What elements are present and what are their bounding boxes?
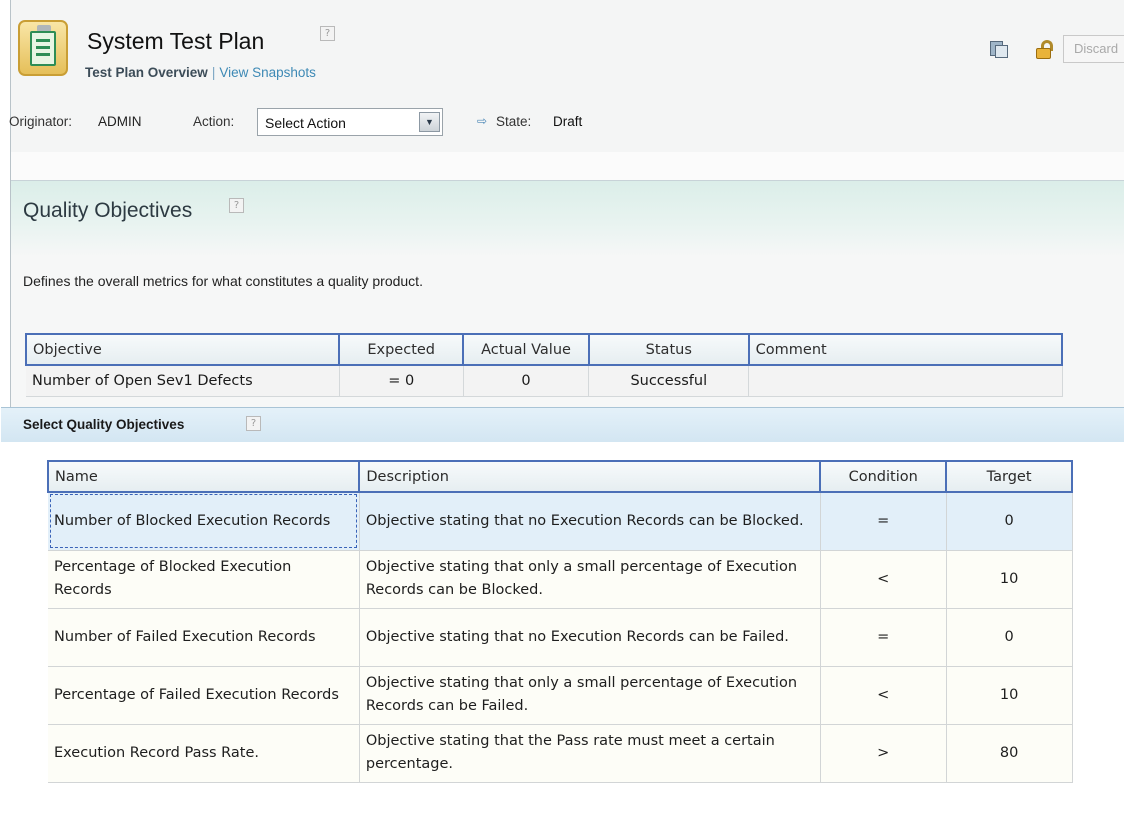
condition-cell: = [820, 608, 947, 667]
target-cell: 0 [946, 608, 1073, 667]
subnav-separator: | [211, 65, 216, 80]
column-header[interactable]: Actual Value [462, 333, 590, 366]
table-row[interactable]: Number of Failed Execution Records Objec… [48, 608, 1073, 667]
column-header[interactable]: Name [46, 460, 361, 493]
help-icon[interactable]: ? [229, 198, 244, 213]
subnav-current: Test Plan Overview [85, 65, 208, 80]
name-cell: Execution Record Pass Rate. [48, 724, 360, 783]
originator-value: ADMIN [98, 114, 142, 129]
section-header: Quality Objectives ? [11, 181, 1124, 257]
description-cell: Objective stating that no Execution Reco… [358, 492, 821, 551]
arrow-right-icon: ⇨ [477, 114, 488, 128]
page-title: System Test Plan [87, 28, 265, 54]
test-plan-icon [18, 20, 68, 76]
section-description: Defines the overall metrics for what con… [23, 273, 423, 289]
select-quality-objectives-dialog: Select Quality Objectives ? Name Descrip… [1, 407, 1124, 817]
target-cell: 80 [946, 724, 1073, 783]
column-header[interactable]: Objective [24, 333, 341, 366]
state-label: State: [496, 114, 532, 129]
name-cell: Number of Blocked Execution Records [48, 492, 360, 551]
column-header[interactable]: Comment [747, 333, 1064, 366]
name-cell: Percentage of Failed Execution Records [48, 666, 360, 725]
condition-cell: < [820, 550, 947, 609]
actual-value-cell: 0 [463, 365, 590, 397]
dialog-header: Select Quality Objectives ? [1, 408, 1124, 442]
name-cell: Number of Failed Execution Records [48, 608, 360, 667]
table-header-row: Name Description Condition Target [46, 460, 1073, 493]
description-cell: Objective stating that no Execution Reco… [359, 608, 821, 667]
description-cell: Objective stating that only a small perc… [359, 550, 821, 609]
dialog-title: Select Quality Objectives [23, 417, 185, 432]
action-select-value: Select Action [265, 115, 346, 131]
quality-objectives-table: Name Description Condition Target Number… [46, 460, 1073, 783]
chevron-down-icon[interactable]: ▼ [419, 112, 440, 132]
comment-cell[interactable] [748, 365, 1063, 397]
description-cell: Objective stating that the Pass rate mus… [359, 724, 821, 783]
breadcrumb: Test Plan Overview | View Snapshots [85, 65, 316, 80]
condition-cell: > [820, 724, 947, 783]
help-icon[interactable]: ? [320, 26, 335, 41]
column-header[interactable]: Expected [338, 333, 465, 366]
column-header[interactable]: Description [358, 460, 822, 493]
table-row[interactable]: Number of Open Sev1 Defects = 0 0 Succes… [26, 365, 1063, 397]
help-icon[interactable]: ? [246, 416, 261, 431]
column-header[interactable]: Condition [819, 460, 948, 493]
name-cell: Percentage of Blocked Execution Records [48, 550, 360, 609]
target-cell: 10 [946, 550, 1073, 609]
condition-cell: = [820, 492, 947, 551]
report-icon[interactable] [988, 39, 1008, 59]
table-row[interactable]: Percentage of Failed Execution Records O… [48, 666, 1073, 725]
table-header-row: Objective Expected Actual Value Status C… [24, 333, 1064, 366]
originator-label: Originator: [9, 114, 73, 129]
column-header[interactable]: Status [587, 333, 750, 366]
section-title: Quality Objectives [23, 199, 193, 222]
action-select[interactable]: Select Action ▼ [257, 108, 443, 136]
description-cell: Objective stating that only a small perc… [359, 666, 821, 725]
condition-cell: < [820, 666, 947, 725]
objective-cell: Number of Open Sev1 Defects [26, 365, 340, 397]
column-header[interactable]: Target [945, 460, 1073, 493]
view-snapshots-link[interactable]: View Snapshots [219, 65, 316, 80]
table-row[interactable]: Percentage of Blocked Execution Records … [48, 550, 1073, 609]
action-label: Action: [193, 114, 235, 129]
status-cell: Successful [588, 365, 750, 397]
target-cell: 0 [946, 492, 1073, 551]
unlock-icon[interactable] [1034, 39, 1054, 59]
objectives-table: Objective Expected Actual Value Status C… [24, 333, 1064, 397]
table-row[interactable]: Execution Record Pass Rate. Objective st… [48, 724, 1073, 783]
expected-cell: = 0 [339, 365, 464, 397]
discard-button[interactable]: Discard [1063, 35, 1124, 63]
table-row[interactable]: Number of Blocked Execution Records Obje… [48, 492, 1073, 551]
page-header: System Test Plan ? Test Plan Overview | Vi… [9, 0, 1124, 152]
state-value: Draft [553, 114, 583, 129]
target-cell: 10 [946, 666, 1073, 725]
